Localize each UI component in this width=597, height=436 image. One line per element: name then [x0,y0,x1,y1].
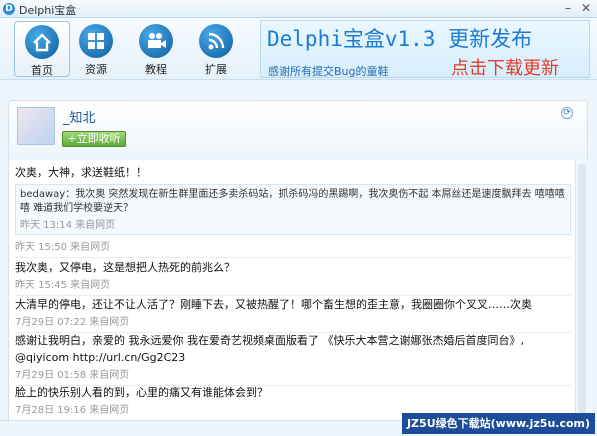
tweet-text: 大清早的停电，还让不让人活了？刚睡下去，又被热醒了！哪个畜生想的歪主意，我圈圈你… [15,298,532,311]
tab-home-label: 首页 [31,64,53,77]
divider [15,257,571,258]
tweet-meta: 昨天 15:50 来自网页 [15,242,111,253]
home-icon [25,25,59,59]
tweet-text: 脸上的快乐别人看的到，心里的痛又有谁能体会到？ [15,386,268,399]
tweet-meta: 7月29日 07:22 来自网页 [15,317,130,328]
list-item: 脸上的快乐别人看的到，心里的痛又有谁能体会到？ 7月28日 19:16 来自网页 [15,384,571,416]
refresh-icon[interactable]: ⟳ [561,107,573,119]
grid-icon [79,24,113,58]
tweet-text: 我次奥，又停电，这是想把人热死的前兆么？ [15,261,235,274]
main-content: _知北 +立即收听 ⟳ 次奥，大神，求送鞋纸！！ bedaway：我次奥 突然发… [0,80,597,420]
tab-extensions[interactable]: 扩展 [188,21,244,77]
tab-resources-label: 资源 [85,63,107,76]
tweet-meta: 7月29日 01:58 来自网页 [15,370,130,381]
window-title: Delphi宝盒 [19,4,77,17]
follow-button[interactable]: +立即收听 [62,131,126,147]
download-update-link[interactable]: 点击下载更新 [451,54,559,80]
tweet-text: 感谢让我明白，亲爱的 我永远爱你 我在爱奇艺视频桌面版看了 《快乐大本营之谢娜张… [15,334,524,364]
avatar[interactable] [17,107,55,145]
tab-tutorials[interactable]: 教程 [128,21,184,77]
tweet-meta: 昨天 15:45 来自网页 [15,280,111,291]
list-item: 我次奥，又停电，这是想把人热死的前兆么？ 昨天 15:45 来自网页 [15,259,571,296]
tab-tutorials-label: 教程 [145,63,167,76]
tab-resources[interactable]: 资源 [68,21,124,77]
scroll-thumb[interactable] [578,164,586,414]
tweet-text: 次奥，大神，求送鞋纸！！ [15,166,147,179]
close-button[interactable]: ✕ [578,2,594,16]
app-logo-icon: D [3,3,15,15]
title-bar: D Delphi宝盒 – ✕ [0,0,597,18]
feed-scrollbar[interactable] [575,160,588,420]
wifi-icon [199,24,233,58]
watermark-banner: JZ5U绿色下载站(www.jz5u.com) [402,413,595,434]
banner-title: Delphi宝盒v1.3 更新发布 [267,27,533,51]
timeline-feed: 次奥，大神，求送鞋纸！！ bedaway：我次奥 突然发现在新生群里面还多卖杀码… [8,160,575,420]
list-item: 大清早的停电，还让不让人活了？刚睡下去，又被热醒了！哪个畜生想的歪主意，我圈圈你… [15,296,571,333]
profile-card: _知北 +立即收听 ⟳ [8,100,588,160]
repost-text: bedaway：我次奥 突然发现在新生群里面还多卖杀码站，抓杀码冯的黑踢啊，我次… [20,189,565,214]
repost-box: bedaway：我次奥 突然发现在新生群里面还多卖杀码站，抓杀码冯的黑踢啊，我次… [15,184,571,235]
minimize-button[interactable]: – [560,2,576,16]
banner-subtitle: 感谢所有提交Bug的童鞋 [268,65,389,78]
tab-extensions-label: 扩展 [205,63,227,76]
repost-meta: 昨天 13:14 来自网页 [20,220,116,231]
update-banner[interactable]: Delphi宝盒v1.3 更新发布 感谢所有提交Bug的童鞋 点击下载更新 [260,20,590,80]
list-item: 次奥，大神，求送鞋纸！！ bedaway：我次奥 突然发现在新生群里面还多卖杀码… [15,164,571,258]
profile-name[interactable]: _知北 [63,107,96,126]
list-item: 感谢让我明白，亲爱的 我永远爱你 我在爱奇艺视频桌面版看了 《快乐大本营之谢娜张… [15,332,571,386]
tab-home[interactable]: 首页 [14,21,70,77]
video-icon [139,24,173,58]
